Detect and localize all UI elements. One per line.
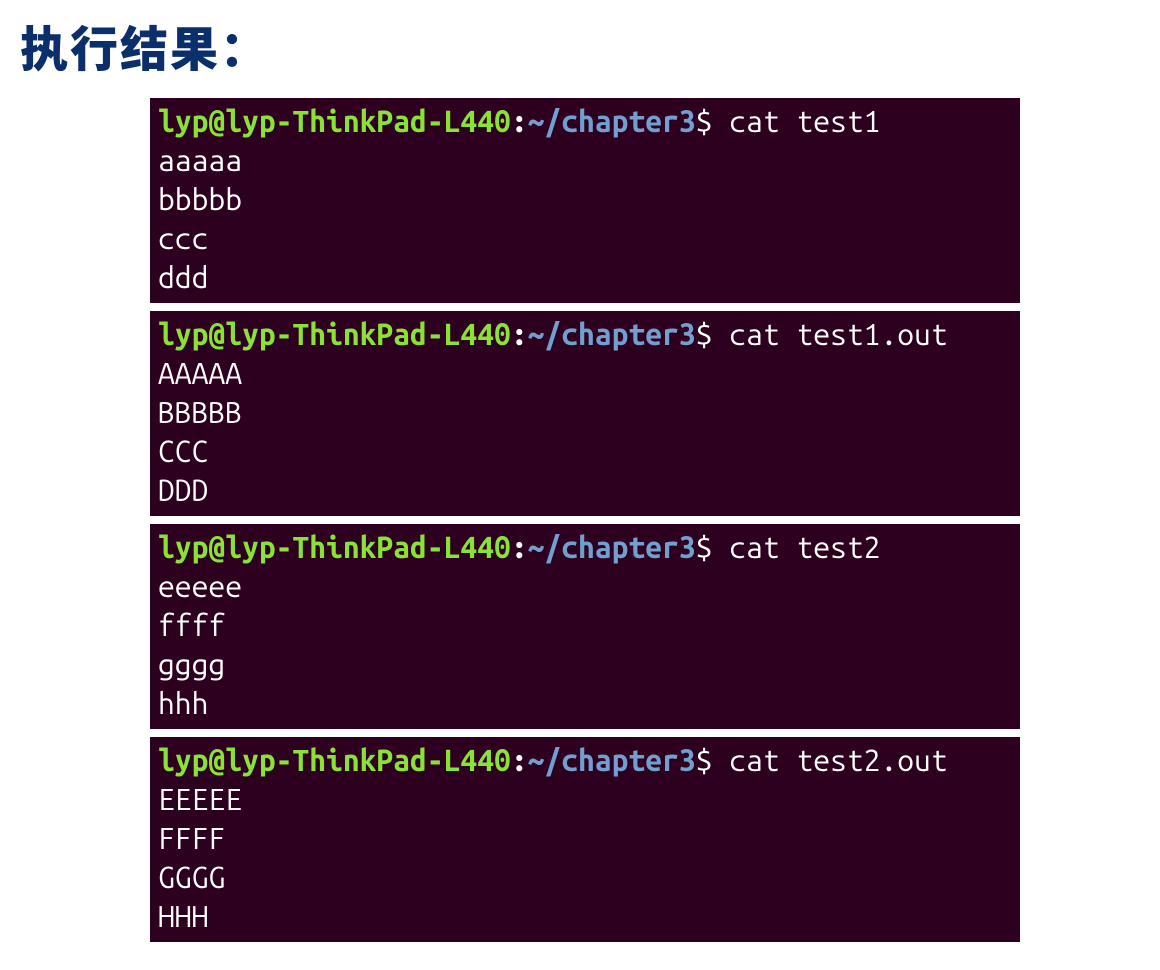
prompt-user: lyp <box>158 743 208 777</box>
prompt-path: ~/chapter3 <box>528 104 696 138</box>
output-line: ddd <box>158 258 1012 297</box>
terminal-block: lyp@lyp-ThinkPad-L440:~/chapter3$ cat te… <box>150 737 1020 942</box>
prompt-dollar: $ <box>696 317 730 351</box>
prompt-user: lyp <box>158 317 208 351</box>
output-line: BBBBB <box>158 393 1012 432</box>
output-line: AAAAA <box>158 354 1012 393</box>
prompt-at: @ <box>208 743 225 777</box>
output-line: eeeee <box>158 567 1012 606</box>
output-line: HHH <box>158 897 1012 936</box>
terminal-prompt: lyp@lyp-ThinkPad-L440:~/chapter3$ cat te… <box>158 741 1012 780</box>
command-text: cat test1.out <box>729 317 947 351</box>
output-line: GGGG <box>158 858 1012 897</box>
output-line: EEEEE <box>158 780 1012 819</box>
terminal-block: lyp@lyp-ThinkPad-L440:~/chapter3$ cat te… <box>150 311 1020 516</box>
command-text: cat test1 <box>729 104 880 138</box>
prompt-at: @ <box>208 530 225 564</box>
prompt-dollar: $ <box>696 104 730 138</box>
output-line: hhh <box>158 684 1012 723</box>
output-line: DDD <box>158 471 1012 510</box>
prompt-colon: : <box>511 317 528 351</box>
terminal-list: lyp@lyp-ThinkPad-L440:~/chapter3$ cat te… <box>150 98 1020 942</box>
output-line: ffff <box>158 606 1012 645</box>
terminal-block: lyp@lyp-ThinkPad-L440:~/chapter3$ cat te… <box>150 98 1020 303</box>
prompt-host: lyp-ThinkPad-L440 <box>225 530 511 564</box>
command-text: cat test2.out <box>729 743 947 777</box>
prompt-at: @ <box>208 317 225 351</box>
output-line: CCC <box>158 432 1012 471</box>
prompt-path: ~/chapter3 <box>528 317 696 351</box>
prompt-at: @ <box>208 104 225 138</box>
prompt-host: lyp-ThinkPad-L440 <box>225 104 511 138</box>
terminal-prompt: lyp@lyp-ThinkPad-L440:~/chapter3$ cat te… <box>158 528 1012 567</box>
prompt-colon: : <box>511 530 528 564</box>
output-line: bbbbb <box>158 180 1012 219</box>
output-line: FFFF <box>158 819 1012 858</box>
prompt-colon: : <box>511 743 528 777</box>
terminal-prompt: lyp@lyp-ThinkPad-L440:~/chapter3$ cat te… <box>158 315 1012 354</box>
output-line: aaaaa <box>158 141 1012 180</box>
prompt-host: lyp-ThinkPad-L440 <box>225 743 511 777</box>
terminal-block: lyp@lyp-ThinkPad-L440:~/chapter3$ cat te… <box>150 524 1020 729</box>
output-line: gggg <box>158 645 1012 684</box>
prompt-user: lyp <box>158 104 208 138</box>
prompt-path: ~/chapter3 <box>528 743 696 777</box>
terminal-prompt: lyp@lyp-ThinkPad-L440:~/chapter3$ cat te… <box>158 102 1012 141</box>
prompt-path: ~/chapter3 <box>528 530 696 564</box>
command-text: cat test2 <box>729 530 880 564</box>
prompt-host: lyp-ThinkPad-L440 <box>225 317 511 351</box>
prompt-user: lyp <box>158 530 208 564</box>
output-line: ccc <box>158 219 1012 258</box>
page-title: 执行结果： <box>20 10 1160 80</box>
prompt-dollar: $ <box>696 743 730 777</box>
prompt-dollar: $ <box>696 530 730 564</box>
prompt-colon: : <box>511 104 528 138</box>
